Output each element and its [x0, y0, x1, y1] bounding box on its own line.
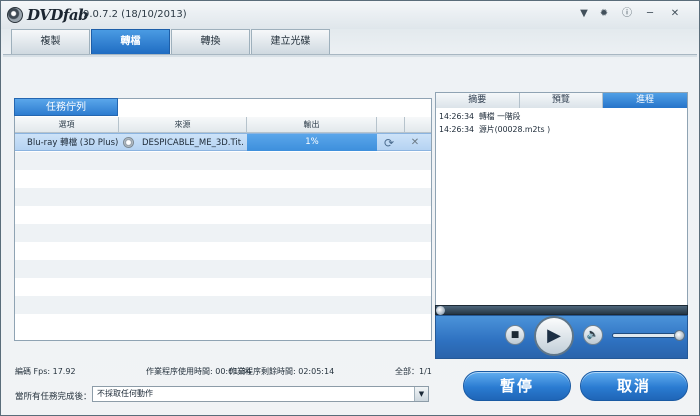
- task-option: Blu-ray 轉檔 (3D Plus): [27, 138, 119, 148]
- minimize-button[interactable]: ─: [643, 6, 657, 22]
- close-button[interactable]: ✕: [668, 6, 682, 22]
- play-button[interactable]: ▶: [534, 316, 574, 356]
- gear-icon[interactable]: ✹: [597, 6, 611, 22]
- refresh-icon[interactable]: ⟳: [381, 135, 397, 151]
- volume-icon[interactable]: 🔈: [583, 325, 603, 345]
- remaining-time: 作業程序剩餘時間: 02:05:14: [229, 367, 335, 376]
- tab-creator[interactable]: 建立光碟: [251, 29, 330, 54]
- log-time: 14:26:34: [439, 112, 475, 121]
- info-icon[interactable]: ⓘ: [620, 6, 634, 22]
- cancel-button[interactable]: 取消: [580, 371, 688, 401]
- tab-converter[interactable]: 轉換: [171, 29, 250, 54]
- seek-bar[interactable]: [435, 305, 688, 315]
- seek-handle[interactable]: [436, 306, 445, 315]
- column-action: [377, 117, 405, 133]
- table-row[interactable]: Blu-ray 轉檔 (3D Plus) DESPICABLE_ME_3D.Ti…: [15, 133, 431, 151]
- pause-button[interactable]: 暫停: [463, 371, 571, 401]
- remove-task-icon[interactable]: ✕: [408, 135, 422, 151]
- column-option[interactable]: 選項: [15, 117, 119, 133]
- menu-icon[interactable]: ▼: [577, 6, 591, 22]
- tab-preview[interactable]: 預覽: [519, 93, 604, 108]
- table-row-empty: [15, 224, 431, 242]
- table-row-empty: [15, 188, 431, 206]
- log-line: 14:26:34 轉檔 一階段: [439, 111, 520, 122]
- log-time: 14:26:34: [439, 125, 475, 134]
- column-remove: [405, 117, 431, 133]
- after-done-label: 當所有任務完成後：: [15, 392, 92, 402]
- tab-progress[interactable]: 進程: [603, 93, 687, 108]
- stop-button[interactable]: ■: [505, 325, 525, 345]
- after-done-value: 不採取任何動作: [97, 389, 153, 398]
- task-queue-tab[interactable]: 任務佇列: [14, 98, 118, 116]
- tab-ripper[interactable]: 轉檔: [91, 29, 170, 54]
- queue-header: 選項 來源 輸出: [15, 117, 431, 133]
- after-done-select[interactable]: 不採取任何動作 ▼: [92, 386, 429, 402]
- column-source[interactable]: 來源: [119, 117, 247, 133]
- volume-handle[interactable]: [674, 330, 685, 341]
- table-row-empty: [15, 296, 431, 314]
- fps-readout: 編碼 Fps: 17.92: [15, 367, 76, 376]
- app-version: 9.0.7.2 (18/10/2013): [83, 9, 187, 20]
- column-output[interactable]: 輸出: [247, 117, 377, 133]
- log-text: 源片(00028.m2ts ): [479, 125, 551, 134]
- disc-icon: [123, 137, 134, 148]
- task-progress: 1%: [247, 134, 377, 151]
- tab-summary[interactable]: 摘要: [436, 93, 520, 108]
- dvdfab-logo-icon: [7, 7, 23, 23]
- chevron-down-icon[interactable]: ▼: [414, 387, 428, 401]
- table-row-empty: [15, 152, 431, 170]
- info-tabs: 摘要 預覽 進程: [436, 93, 687, 108]
- app-logo: DVDfab: [27, 6, 89, 24]
- tab-divider: [3, 54, 697, 57]
- tab-copy[interactable]: 複製: [11, 29, 90, 54]
- table-row-empty: [15, 260, 431, 278]
- main-tabs: 複製 轉檔 轉換 建立光碟: [11, 29, 331, 55]
- task-count: 全部：1/1: [395, 367, 432, 376]
- task-source: DESPICABLE_ME_3D.Tit...: [142, 138, 244, 148]
- log-text: 轉檔 一階段: [479, 112, 521, 121]
- title-bar: DVDfab 9.0.7.2 (18/10/2013) ▼ ✹ ⓘ ─ ✕: [1, 1, 699, 29]
- log-line: 14:26:34 源片(00028.m2ts ): [439, 124, 550, 135]
